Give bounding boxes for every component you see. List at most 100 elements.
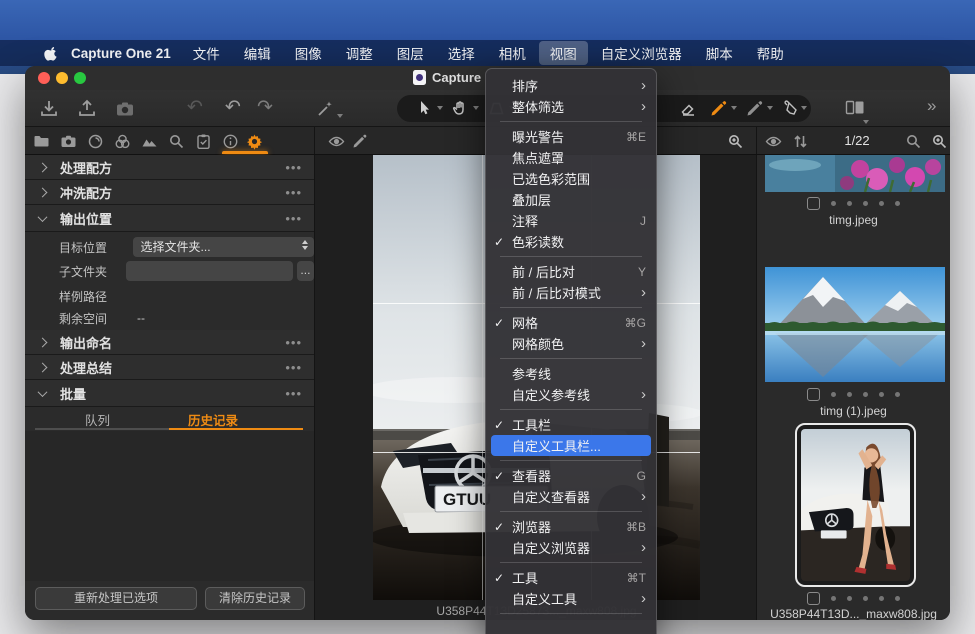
thumbnail-name-1[interactable]: timg.jpeg bbox=[757, 213, 950, 227]
proof-eye-icon[interactable] bbox=[328, 133, 345, 150]
draw-mask-caret[interactable] bbox=[731, 106, 737, 110]
exposure-histogram-icon[interactable] bbox=[141, 133, 158, 150]
menu-item[interactable]: 网格颜色› bbox=[491, 333, 651, 354]
browse-folder-button[interactable]: ... bbox=[297, 261, 314, 281]
apple-icon[interactable] bbox=[44, 46, 59, 61]
camera-capture-icon[interactable] bbox=[115, 99, 135, 119]
menu-item[interactable]: 叠加层 bbox=[491, 189, 651, 210]
rating-dot[interactable] bbox=[863, 201, 868, 206]
rating-dot[interactable] bbox=[879, 596, 884, 601]
menubar-item[interactable]: 调整 bbox=[335, 41, 384, 65]
more-options-icon[interactable]: ••• bbox=[285, 335, 302, 350]
menu-item[interactable]: 焦点遮罩 bbox=[491, 147, 651, 168]
menu-item[interactable]: ✓工具栏 bbox=[491, 414, 651, 435]
menu-item[interactable]: 前 / 后比对模式› bbox=[491, 282, 651, 303]
rating-dot[interactable] bbox=[863, 596, 868, 601]
rating-dot[interactable] bbox=[895, 201, 900, 206]
more-options-icon[interactable]: ••• bbox=[285, 160, 302, 175]
menu-item[interactable]: ✓色彩读数 bbox=[491, 231, 651, 252]
rating-dot[interactable] bbox=[879, 392, 884, 397]
clear-history-button[interactable]: 清除历史记录 bbox=[205, 587, 305, 610]
import-icon[interactable] bbox=[39, 99, 59, 119]
section-output-location[interactable]: 输出位置 ••• bbox=[25, 205, 314, 232]
select-checkbox[interactable] bbox=[807, 388, 820, 401]
menu-item[interactable]: ✓网格⌘G bbox=[491, 312, 651, 333]
close-window-button[interactable] bbox=[38, 72, 50, 84]
menubar-item[interactable]: 脚本 bbox=[695, 41, 744, 65]
erase-mask-caret[interactable] bbox=[767, 106, 773, 110]
destination-select[interactable]: 选择文件夹... bbox=[133, 237, 314, 257]
menubar-item[interactable]: 帮助 bbox=[746, 41, 795, 65]
menu-item[interactable]: 前 / 后比对Y bbox=[491, 261, 651, 282]
library-folder-icon[interactable] bbox=[33, 133, 50, 150]
cursor-dropdown-caret[interactable] bbox=[437, 106, 443, 110]
rating-dot[interactable] bbox=[895, 596, 900, 601]
app-menu-title[interactable]: Capture One 21 bbox=[71, 46, 171, 61]
menu-item[interactable]: 自定义参考线› bbox=[491, 384, 651, 405]
thumbnail-name-3[interactable]: U358P44T13D..._maxw808.jpg bbox=[757, 607, 950, 620]
menu-item[interactable]: 整体筛选› bbox=[491, 96, 651, 117]
pan-hand-icon[interactable] bbox=[451, 99, 470, 118]
menubar-item[interactable]: 编辑 bbox=[233, 41, 282, 65]
rating-dot[interactable] bbox=[831, 392, 836, 397]
section-batch[interactable]: 批量 ••• bbox=[25, 380, 314, 407]
tab-queue[interactable]: 队列 bbox=[85, 410, 110, 429]
menu-item[interactable]: 自定义查看器› bbox=[491, 486, 651, 507]
search-icon[interactable] bbox=[905, 133, 922, 150]
menu-item[interactable]: ✓浏览器⌘B bbox=[491, 516, 651, 537]
menubar-item[interactable]: 图像 bbox=[284, 41, 333, 65]
menu-item[interactable]: 曝光警告⌘E bbox=[491, 126, 651, 147]
select-checkbox[interactable] bbox=[807, 197, 820, 210]
menubar-item[interactable]: 视图 bbox=[539, 41, 588, 65]
rating-dot[interactable] bbox=[847, 201, 852, 206]
color-wheels-icon[interactable] bbox=[114, 133, 131, 150]
thumbnail-image-3-selected[interactable] bbox=[795, 423, 916, 587]
pan-dropdown-caret[interactable] bbox=[473, 106, 479, 110]
redo-icon[interactable]: ↷ bbox=[257, 98, 273, 118]
section-process-recipes[interactable]: 处理配方 ••• bbox=[25, 155, 314, 180]
menu-item[interactable]: ✓查看器G bbox=[491, 465, 651, 486]
menu-item[interactable]: 注释J bbox=[491, 210, 651, 231]
menubar-item[interactable]: 文件 bbox=[182, 41, 231, 65]
lens-icon[interactable] bbox=[87, 133, 104, 150]
details-magnifier-icon[interactable] bbox=[168, 133, 185, 150]
menubar-item[interactable]: 相机 bbox=[488, 41, 537, 65]
menubar-item[interactable]: 自定义浏览器 bbox=[590, 41, 693, 65]
undo-icon[interactable]: ↶ bbox=[225, 98, 241, 118]
menu-item[interactable]: 自定义浏览器› bbox=[491, 537, 651, 558]
minimize-window-button[interactable] bbox=[56, 72, 68, 84]
more-options-icon[interactable]: ••• bbox=[285, 211, 302, 226]
wand-dropdown-caret[interactable] bbox=[337, 114, 343, 118]
menu-item[interactable]: 排序› bbox=[491, 75, 651, 96]
rating-dot[interactable] bbox=[879, 201, 884, 206]
rating-dot[interactable] bbox=[847, 596, 852, 601]
auto-adjust-wand-icon[interactable] bbox=[315, 99, 335, 119]
heal-dropdown-caret[interactable] bbox=[801, 106, 807, 110]
rating-dot[interactable] bbox=[847, 392, 852, 397]
output-gear-icon[interactable] bbox=[246, 133, 263, 150]
subfolder-input[interactable] bbox=[126, 261, 293, 281]
rating-dot[interactable] bbox=[895, 392, 900, 397]
viewer-zoom-icon[interactable] bbox=[727, 133, 744, 150]
more-options-icon[interactable]: ••• bbox=[285, 360, 302, 375]
rating-dot[interactable] bbox=[831, 596, 836, 601]
rating-dot[interactable] bbox=[831, 201, 836, 206]
browser-zoom-icon[interactable] bbox=[931, 133, 948, 150]
more-options-icon[interactable]: ••• bbox=[285, 185, 302, 200]
reprocess-selected-button[interactable]: 重新处理已选项 bbox=[35, 587, 197, 610]
heal-pen-icon[interactable] bbox=[781, 99, 800, 118]
menu-item[interactable]: 已选色彩范围 bbox=[491, 168, 651, 189]
cursor-tool-icon[interactable] bbox=[415, 99, 434, 118]
menubar-item[interactable]: 选择 bbox=[437, 41, 486, 65]
thumbnail-image-1[interactable] bbox=[765, 155, 945, 192]
zoom-window-button[interactable] bbox=[74, 72, 86, 84]
menubar-item[interactable]: 图层 bbox=[386, 41, 435, 65]
erase-mask-pen-icon[interactable] bbox=[745, 99, 764, 118]
draw-mask-brush-icon[interactable] bbox=[709, 99, 728, 118]
select-checkbox[interactable] bbox=[807, 592, 820, 605]
erase-tool-icon[interactable] bbox=[679, 99, 698, 118]
metadata-info-icon[interactable] bbox=[222, 133, 239, 150]
layout-dropdown-caret[interactable] bbox=[863, 120, 869, 124]
menu-item[interactable]: 自定义工具› bbox=[491, 588, 651, 609]
menu-item[interactable]: ✓工具⌘T bbox=[491, 567, 651, 588]
